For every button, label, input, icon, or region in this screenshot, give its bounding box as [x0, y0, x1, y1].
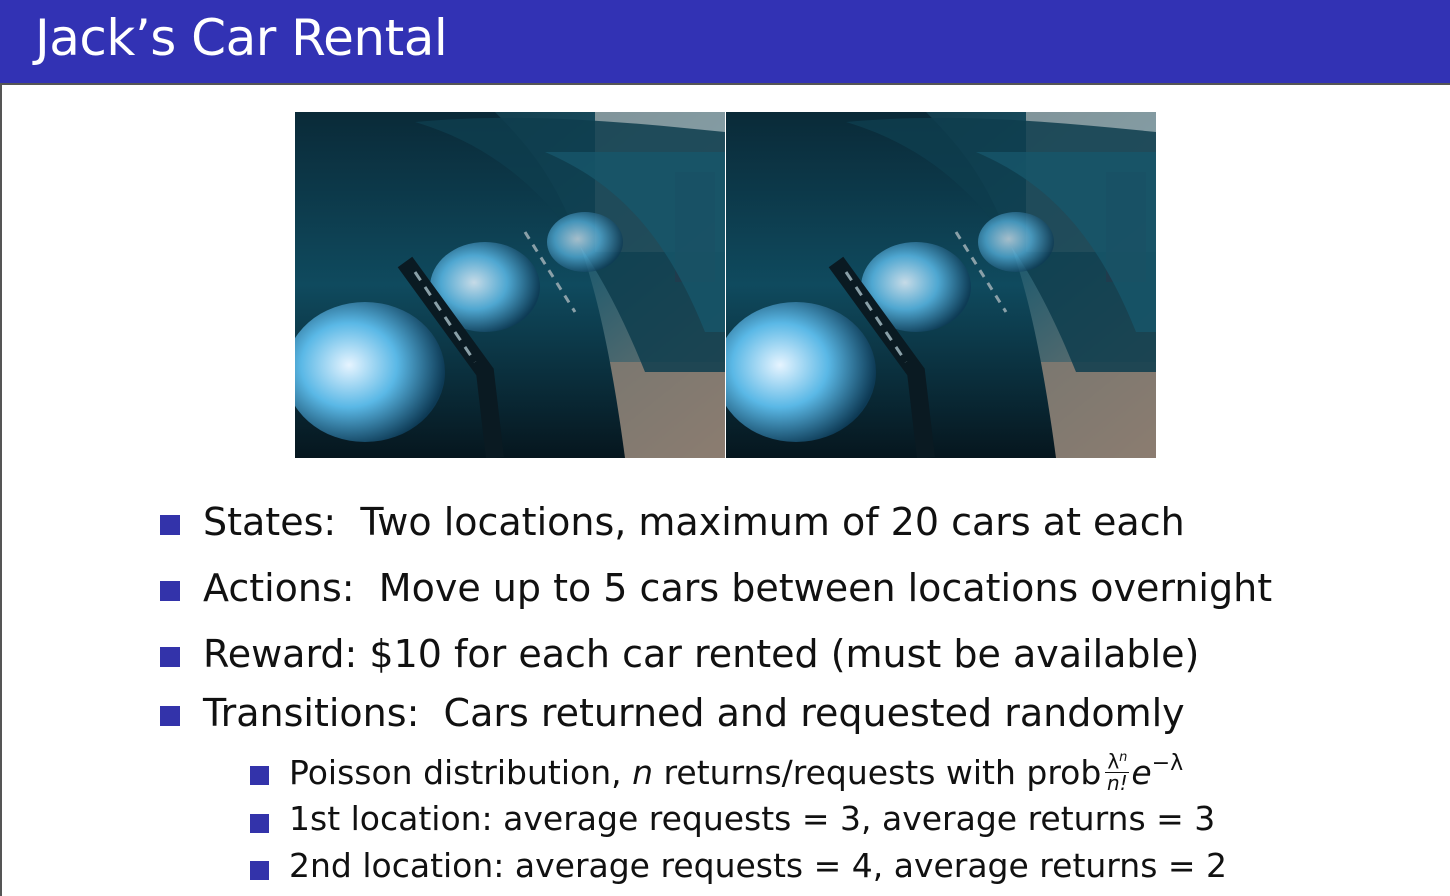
sub-bullet-marker [250, 766, 269, 785]
slide-header: Jack’s Car Rental [0, 0, 1450, 85]
cars-photo-left [295, 112, 725, 458]
bullet-text: Two locations, maximum of 20 cars at eac… [360, 500, 1185, 544]
slide-title: Jack’s Car Rental [35, 9, 448, 67]
bullet-label: Transitions: [203, 691, 420, 735]
bullet-label: States: [203, 500, 337, 544]
bullet-marker [160, 581, 180, 601]
cars-photo-right [726, 112, 1156, 458]
sub-bullet-marker [250, 814, 269, 833]
bullet-text: $10 for each car rented (must be availab… [369, 632, 1200, 676]
bullet-text: Move up to 5 cars between locations over… [378, 566, 1273, 610]
photo-strip [295, 112, 1158, 458]
bullet-label: Reward: [203, 632, 358, 676]
bullet-marker [160, 647, 180, 667]
bullet-marker [160, 515, 180, 535]
bullet-label: Actions: [203, 566, 355, 610]
bullet-marker [160, 706, 180, 726]
bullet-text: Cars returned and requested randomly [443, 691, 1185, 735]
sub-bullet-marker [250, 861, 269, 880]
poisson-fraction: λn n! [1105, 749, 1130, 795]
slide-left-border [0, 0, 2, 896]
